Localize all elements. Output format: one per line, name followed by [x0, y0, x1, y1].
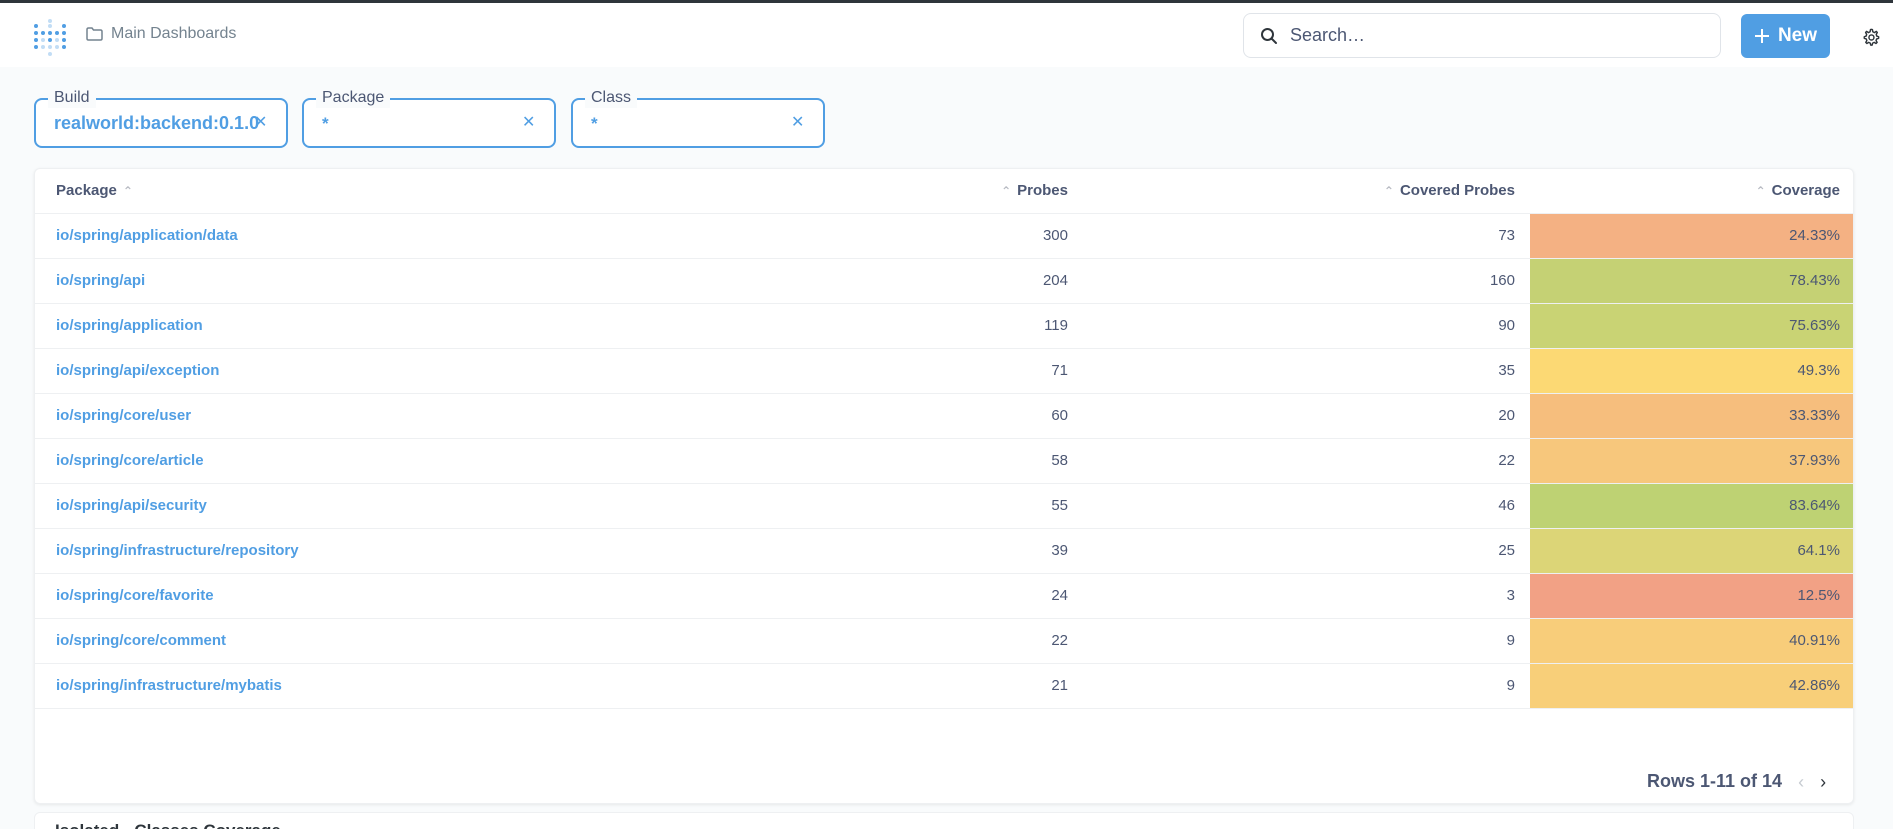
table-row: io/spring/api/security 55 46 83.64% [35, 484, 1853, 529]
coverage-cell: 37.93% [1530, 439, 1853, 483]
sort-icon: ⌃ [1383, 184, 1394, 198]
covered-probes-cell: 9 [1506, 677, 1515, 694]
clear-package-filter-icon[interactable]: ✕ [522, 115, 535, 131]
coverage-cell: 78.43% [1530, 259, 1853, 303]
table-row: io/spring/application 119 90 75.63% [35, 304, 1853, 349]
package-link[interactable]: io/spring/api [56, 259, 145, 303]
table-row: io/spring/api 204 160 78.43% [35, 259, 1853, 304]
search-box[interactable] [1243, 13, 1721, 58]
coverage-cell: 12.5% [1530, 574, 1853, 618]
covered-probes-cell: 90 [1498, 317, 1515, 334]
package-link[interactable]: io/spring/api/exception [56, 349, 219, 393]
pagination-label: Rows 1-11 of 14 [1647, 771, 1783, 791]
package-link[interactable]: io/spring/core/comment [56, 619, 226, 663]
probes-cell: 55 [1051, 497, 1068, 514]
covered-probes-cell: 46 [1498, 497, 1515, 514]
probes-cell: 39 [1051, 542, 1068, 559]
table-row: io/spring/infrastructure/repository 39 25 6… [35, 529, 1853, 574]
previous-page-icon[interactable]: ‹ [1798, 773, 1804, 791]
pagination: Rows 1-11 of 14 ‹ › [1647, 771, 1826, 792]
table-header-row: Package ⌃ ⌃ Probes ⌃ Covered Probes ⌃ Covera… [35, 169, 1853, 214]
breadcrumb-label: Main Dashboards [111, 25, 237, 42]
metabase-logo-icon[interactable] [32, 17, 66, 57]
gear-icon[interactable] [1862, 28, 1880, 46]
table-row: io/spring/core/user 60 20 33.33% [35, 394, 1853, 439]
covered-probes-cell: 35 [1498, 362, 1515, 379]
covered-probes-cell: 9 [1506, 632, 1515, 649]
new-button-label: New [1777, 25, 1818, 46]
card-title: Isolated - Classes Coverage [55, 821, 281, 829]
search-icon [1261, 27, 1277, 44]
clear-class-filter-icon[interactable]: ✕ [791, 115, 804, 131]
coverage-cell: 83.64% [1530, 484, 1853, 528]
plus-icon [1754, 29, 1769, 43]
probes-cell: 119 [1044, 317, 1068, 334]
coverage-cell: 49.3% [1530, 349, 1853, 393]
build-filter[interactable]: Build realworld:backend:0.1.0 ✕ [34, 88, 288, 148]
probes-cell: 71 [1051, 362, 1068, 379]
covered-probes-cell: 3 [1506, 587, 1515, 604]
table-row: io/spring/core/comment 22 9 40.91% [35, 619, 1853, 664]
package-link[interactable]: io/spring/api/security [56, 484, 207, 528]
coverage-cell: 24.33% [1530, 214, 1853, 258]
package-link[interactable]: io/spring/infrastructure/repository [56, 529, 299, 573]
next-page-icon[interactable]: › [1820, 773, 1826, 791]
column-header-package[interactable]: Package ⌃ [56, 169, 133, 213]
search-input[interactable] [1290, 25, 1670, 46]
covered-probes-cell: 20 [1498, 407, 1515, 424]
coverage-cell: 75.63% [1530, 304, 1853, 348]
coverage-cell: 33.33% [1530, 394, 1853, 438]
clear-build-filter-icon[interactable]: ✕ [254, 115, 267, 131]
folder-icon [86, 27, 103, 41]
package-filter[interactable]: Package * ✕ [302, 88, 556, 148]
table-row: io/spring/api/exception 71 35 49.3% [35, 349, 1853, 394]
package-link[interactable]: io/spring/application/data [56, 214, 238, 258]
class-filter-label: Class [585, 88, 638, 108]
table-row: io/spring/core/article 58 22 37.93% [35, 439, 1853, 484]
package-link[interactable]: io/spring/infrastructure/mybatis [56, 664, 282, 708]
probes-cell: 60 [1051, 407, 1068, 424]
table-row: io/spring/core/favorite 24 3 12.5% [35, 574, 1853, 619]
package-filter-value: * [322, 114, 329, 133]
column-header-probes[interactable]: ⌃ Probes [1001, 169, 1068, 213]
coverage-cell: 40.91% [1530, 619, 1853, 663]
package-link[interactable]: io/spring/application [56, 304, 203, 348]
breadcrumb[interactable]: Main Dashboards [86, 25, 236, 43]
table-row: io/spring/infrastructure/mybatis 21 9 42.86… [35, 664, 1853, 709]
class-filter[interactable]: Class * ✕ [571, 88, 825, 148]
package-link[interactable]: io/spring/core/favorite [56, 574, 214, 618]
probes-cell: 58 [1051, 452, 1068, 469]
covered-probes-cell: 22 [1498, 452, 1515, 469]
covered-probes-cell: 25 [1498, 542, 1515, 559]
coverage-cell: 42.86% [1530, 664, 1853, 708]
class-filter-value: * [591, 114, 598, 133]
new-button[interactable]: New [1741, 14, 1830, 58]
build-filter-value: realworld:backend:0.1.0 [54, 113, 260, 133]
probes-cell: 22 [1051, 632, 1068, 649]
covered-probes-cell: 160 [1489, 272, 1515, 289]
column-header-coverage[interactable]: ⌃ Coverage [1530, 169, 1853, 213]
table-row: io/spring/application/data 300 73 24.33% [35, 214, 1853, 259]
probes-cell: 204 [1042, 272, 1068, 289]
probes-cell: 24 [1051, 587, 1068, 604]
sort-icon: ⌃ [1755, 184, 1766, 198]
covered-probes-cell: 73 [1498, 227, 1515, 244]
build-filter-label: Build [48, 88, 96, 108]
package-filter-label: Package [316, 88, 391, 108]
package-link[interactable]: io/spring/core/user [56, 394, 191, 438]
package-coverage-card: Package ⌃ ⌃ Probes ⌃ Covered Probes ⌃ Covera… [34, 168, 1854, 804]
probes-cell: 21 [1051, 677, 1068, 694]
package-link[interactable]: io/spring/core/article [56, 439, 204, 483]
classes-coverage-card: Isolated - Classes Coverage [34, 812, 1854, 829]
filter-bar: Build realworld:backend:0.1.0 ✕ Package … [0, 67, 1893, 167]
sort-icon: ⌃ [1001, 184, 1012, 198]
probes-cell: 300 [1042, 227, 1068, 244]
top-navbar: Main Dashboards New [0, 3, 1893, 67]
column-header-covered-probes[interactable]: ⌃ Covered Probes [1384, 169, 1515, 213]
coverage-cell: 64.1% [1530, 529, 1853, 573]
sort-icon: ⌃ [122, 184, 133, 198]
